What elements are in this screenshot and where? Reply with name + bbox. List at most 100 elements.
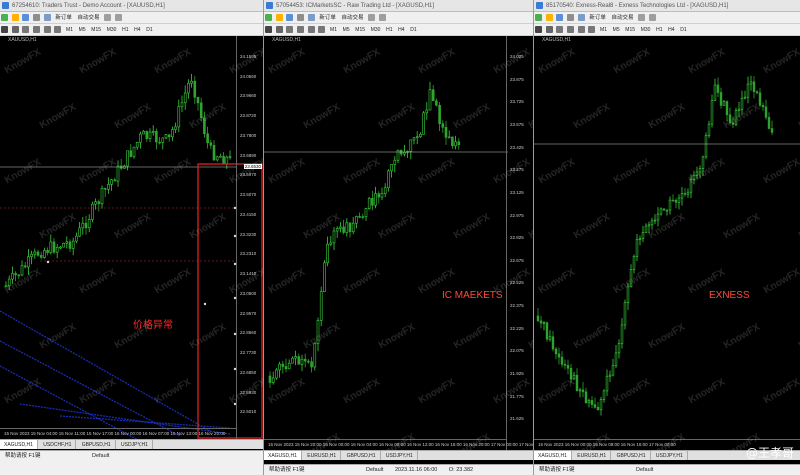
timeframe-m5[interactable]: M5 bbox=[611, 24, 622, 35]
price-tick-label: 22.6850 bbox=[240, 369, 257, 375]
window-title-bar[interactable]: 57054453: ICMarketsSC - Raw Trading Ltd … bbox=[264, 0, 533, 12]
profiles-icon[interactable] bbox=[11, 13, 19, 21]
timeframe-m5[interactable]: M5 bbox=[77, 24, 88, 35]
candle bbox=[145, 130, 149, 142]
candle bbox=[692, 170, 696, 185]
timeframe-m15[interactable]: M15 bbox=[353, 24, 367, 35]
vertical-line-icon[interactable] bbox=[556, 25, 564, 33]
timeframe-h4[interactable]: H4 bbox=[666, 24, 676, 35]
horizontal-line-icon[interactable] bbox=[33, 25, 41, 33]
new-chart-icon[interactable] bbox=[265, 13, 272, 21]
tab-gbpusd[interactable]: GBPUSD,H1 bbox=[343, 451, 381, 460]
zoom-in-icon[interactable] bbox=[368, 13, 376, 21]
tab-gbpusd[interactable]: GBPUSD,H1 bbox=[78, 440, 116, 449]
tab-usdjpy[interactable]: USDJPY,H1 bbox=[382, 451, 418, 460]
new-order-button[interactable]: 新订单 bbox=[587, 12, 608, 23]
status-profile: Default bbox=[91, 453, 110, 459]
new-order-button[interactable]: 新订单 bbox=[53, 12, 74, 23]
candle bbox=[307, 359, 310, 364]
timeframe-m15[interactable]: M15 bbox=[623, 24, 637, 35]
timeframe-m5[interactable]: M5 bbox=[341, 24, 352, 35]
tab-usdjpy[interactable]: USDJPY,H1 bbox=[652, 451, 688, 460]
timeframe-m1[interactable]: M1 bbox=[598, 24, 609, 35]
vertical-line-icon[interactable] bbox=[22, 25, 30, 33]
timeframe-h1[interactable]: H1 bbox=[384, 24, 394, 35]
zoom-out-icon[interactable] bbox=[378, 13, 386, 21]
app-icon bbox=[2, 2, 9, 9]
new-chart-icon[interactable] bbox=[1, 13, 8, 21]
timeframe-m15[interactable]: M15 bbox=[89, 24, 103, 35]
timeframe-h1[interactable]: H1 bbox=[654, 24, 664, 35]
tab-eurusd[interactable]: EURUSD,H1 bbox=[303, 451, 342, 460]
timeframe-d1[interactable]: D1 bbox=[144, 24, 154, 35]
horizontal-line-icon[interactable] bbox=[297, 25, 305, 33]
new-order-button[interactable]: 新订单 bbox=[317, 12, 338, 23]
new-chart-icon[interactable] bbox=[535, 13, 542, 21]
timeframe-m1[interactable]: M1 bbox=[64, 24, 75, 35]
auto-trading-button[interactable]: 自动交易 bbox=[610, 12, 636, 23]
tab-usdchf[interactable]: USDCHF,H1 bbox=[39, 440, 77, 449]
cursor-icon[interactable] bbox=[535, 25, 542, 33]
vertical-line-icon[interactable] bbox=[286, 25, 294, 33]
candlestick-chart bbox=[264, 81, 508, 388]
terminal-icon[interactable] bbox=[577, 13, 585, 21]
horizontal-line-icon[interactable] bbox=[567, 25, 575, 33]
profiles-icon[interactable] bbox=[275, 13, 283, 21]
text-icon[interactable] bbox=[318, 25, 326, 33]
fibonacci-fan-line[interactable] bbox=[0, 310, 211, 432]
price-chart[interactable]: XAGUSD,H1 15 Nov 2023 16 Nov 00:00 16 No… bbox=[534, 36, 800, 450]
candle bbox=[46, 247, 49, 256]
tab-usdjpy[interactable]: USDJPY,H1 bbox=[117, 440, 153, 449]
tab-xagusd[interactable]: XAGUSD,H1 bbox=[264, 451, 302, 460]
crosshair-icon[interactable] bbox=[275, 25, 283, 33]
tab-xagusd[interactable]: XAGUSD,H1 bbox=[534, 451, 572, 460]
candle bbox=[23, 261, 27, 269]
zoom-in-icon[interactable] bbox=[104, 13, 112, 21]
fibonacci-fan-line[interactable] bbox=[59, 415, 231, 429]
window-title-bar[interactable]: 67254610: Traders Trust - Demo Account -… bbox=[0, 0, 263, 12]
timeframe-m1[interactable]: M1 bbox=[328, 24, 339, 35]
window-title-bar[interactable]: 85170540: Exness-Real8 - Exness Technolo… bbox=[534, 0, 800, 12]
fibonacci-fan-line[interactable] bbox=[0, 340, 181, 437]
text-icon[interactable] bbox=[588, 25, 596, 33]
zoom-out-icon[interactable] bbox=[648, 13, 656, 21]
trendline-icon[interactable] bbox=[43, 25, 51, 33]
timeframe-d1[interactable]: D1 bbox=[408, 24, 418, 35]
candle bbox=[415, 131, 419, 145]
tab-gbpusd[interactable]: GBPUSD,H1 bbox=[613, 451, 651, 460]
timeframe-h4[interactable]: H4 bbox=[132, 24, 142, 35]
timeframe-h4[interactable]: H4 bbox=[396, 24, 406, 35]
tab-eurusd[interactable]: EURUSD,H1 bbox=[573, 451, 612, 460]
crosshair-icon[interactable] bbox=[11, 25, 19, 33]
terminal-icon[interactable] bbox=[307, 13, 315, 21]
candle bbox=[422, 111, 425, 135]
auto-trading-button[interactable]: 自动交易 bbox=[76, 12, 102, 23]
zoom-in-icon[interactable] bbox=[638, 13, 646, 21]
timeframe-m30[interactable]: M30 bbox=[639, 24, 653, 35]
market-watch-icon[interactable] bbox=[286, 13, 294, 21]
cursor-icon[interactable] bbox=[265, 25, 272, 33]
navigator-icon[interactable] bbox=[567, 13, 575, 21]
timeframe-h1[interactable]: H1 bbox=[120, 24, 130, 35]
profiles-icon[interactable] bbox=[545, 13, 553, 21]
timeframe-d1[interactable]: D1 bbox=[678, 24, 688, 35]
terminal-icon[interactable] bbox=[43, 13, 51, 21]
price-chart[interactable]: XAGUSD,H1 24.025 23.875 23.725 23.575 23.425… bbox=[264, 36, 533, 450]
navigator-icon[interactable] bbox=[297, 13, 305, 21]
trendline-icon[interactable] bbox=[307, 25, 315, 33]
timeframe-m30[interactable]: M30 bbox=[369, 24, 383, 35]
auto-trading-button[interactable]: 自动交易 bbox=[340, 12, 366, 23]
candle bbox=[116, 160, 120, 187]
price-chart[interactable]: XAUUSD,H1 24.1505 24.0560 23.9660 23.8720 23… bbox=[0, 36, 263, 439]
text-icon[interactable] bbox=[54, 25, 62, 33]
cursor-icon[interactable] bbox=[1, 25, 8, 33]
tab-xagusd[interactable]: XAGUSD,H1 bbox=[0, 440, 38, 449]
trendline-icon[interactable] bbox=[577, 25, 585, 33]
market-watch-icon[interactable] bbox=[22, 13, 30, 21]
navigator-icon[interactable] bbox=[33, 13, 41, 21]
market-watch-icon[interactable] bbox=[556, 13, 564, 21]
candle bbox=[419, 132, 422, 138]
crosshair-icon[interactable] bbox=[545, 25, 553, 33]
zoom-out-icon[interactable] bbox=[114, 13, 122, 21]
timeframe-m30[interactable]: M30 bbox=[105, 24, 119, 35]
